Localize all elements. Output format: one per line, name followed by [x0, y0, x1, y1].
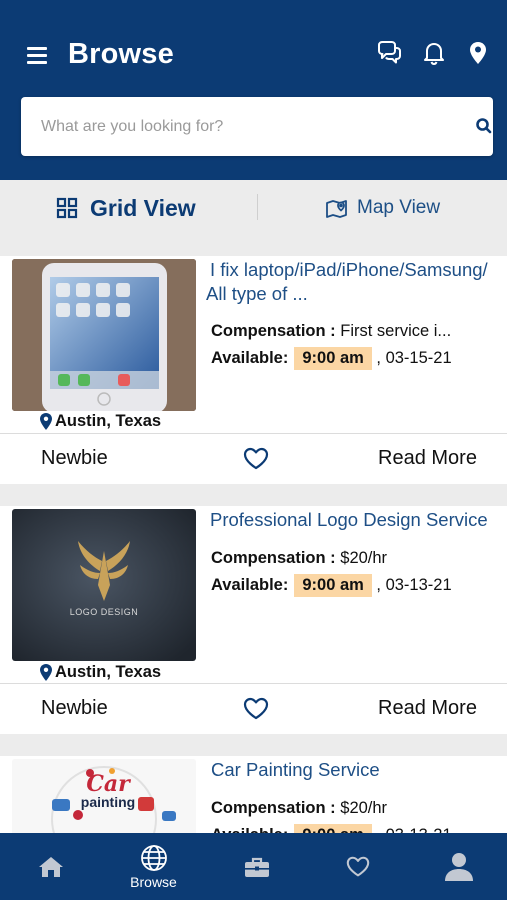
- search-input[interactable]: [41, 97, 441, 156]
- view-toggle: Grid View Map View: [0, 180, 507, 236]
- compensation-row: Compensation : $20/hr: [211, 549, 388, 567]
- listing-card[interactable]: I fix laptop/iPad/iPhone/Samsung/ All ty…: [0, 256, 507, 484]
- listing-location: Austin, Texas: [40, 412, 161, 431]
- location-pin-icon[interactable]: [463, 38, 493, 68]
- globe-icon: [140, 844, 167, 871]
- chat-icon[interactable]: [374, 38, 404, 68]
- home-icon: [38, 856, 63, 877]
- listing-title[interactable]: Professional Logo Design Service: [206, 508, 507, 532]
- availability-row: Available:9:00 am , 03-13-21: [211, 574, 452, 597]
- location-pin-icon: [40, 664, 52, 681]
- listing-title[interactable]: I fix laptop/iPad/iPhone/Samsung/ All ty…: [206, 258, 507, 306]
- time-badge: 9:00 am: [294, 347, 372, 370]
- map-view-label: Map View: [357, 197, 441, 218]
- search-bar: [21, 97, 493, 156]
- compensation-row: Compensation : First service i...: [211, 322, 452, 340]
- card-footer: Newbie Read More: [0, 434, 507, 484]
- grid-view-tab[interactable]: Grid View: [56, 180, 196, 236]
- nav-jobs[interactable]: [206, 833, 307, 900]
- card-footer: Newbie Read More: [0, 684, 507, 734]
- nav-home[interactable]: [0, 833, 101, 900]
- nav-browse-label: Browse: [130, 873, 177, 890]
- page-title: Browse: [68, 38, 174, 70]
- nav-favorites[interactable]: [307, 833, 408, 900]
- listing-title[interactable]: Car Painting Service: [206, 758, 507, 782]
- listing-location: Austin, Texas: [40, 663, 161, 682]
- favorite-heart-icon[interactable]: [242, 695, 270, 723]
- app-header: Browse: [0, 0, 507, 180]
- heart-icon: [346, 856, 369, 876]
- menu-icon[interactable]: [25, 44, 49, 66]
- user-level-badge: Newbie: [41, 697, 108, 719]
- availability-row: Available: 9:00 am , 03-15-21: [211, 347, 452, 370]
- nav-browse[interactable]: Browse: [103, 833, 204, 900]
- map-view-tab[interactable]: Map View: [325, 180, 440, 236]
- search-icon[interactable]: [473, 115, 495, 137]
- read-more-link[interactable]: Read More: [378, 697, 477, 720]
- painting-caption: painting: [81, 794, 135, 810]
- listing-image-phone[interactable]: [12, 259, 196, 411]
- bell-icon[interactable]: [419, 38, 449, 68]
- profile-icon: [444, 852, 473, 881]
- read-more-link[interactable]: Read More: [378, 447, 477, 470]
- browse-screen: Browse What are you looking for? Grid Vi…: [0, 0, 507, 900]
- user-level-badge: Newbie: [41, 447, 108, 469]
- listing-image-logo[interactable]: LOGO DESIGN: [12, 509, 196, 661]
- nav-profile[interactable]: [408, 833, 507, 900]
- grid-view-label: Grid View: [90, 194, 196, 221]
- briefcase-icon: [244, 857, 269, 877]
- favorite-heart-icon[interactable]: [242, 445, 270, 473]
- logo-caption: LOGO DESIGN: [70, 607, 139, 617]
- toggle-divider: [257, 194, 258, 220]
- bottom-nav: Browse: [0, 833, 507, 900]
- map-icon: [326, 199, 347, 218]
- time-badge: 9:00 am: [294, 574, 372, 597]
- location-pin-icon: [40, 413, 52, 430]
- grid-icon: [56, 197, 78, 219]
- compensation-row: Compensation : $20/hr: [211, 799, 388, 817]
- listing-card[interactable]: LOGO DESIGN Professional Logo Design Ser…: [0, 506, 507, 734]
